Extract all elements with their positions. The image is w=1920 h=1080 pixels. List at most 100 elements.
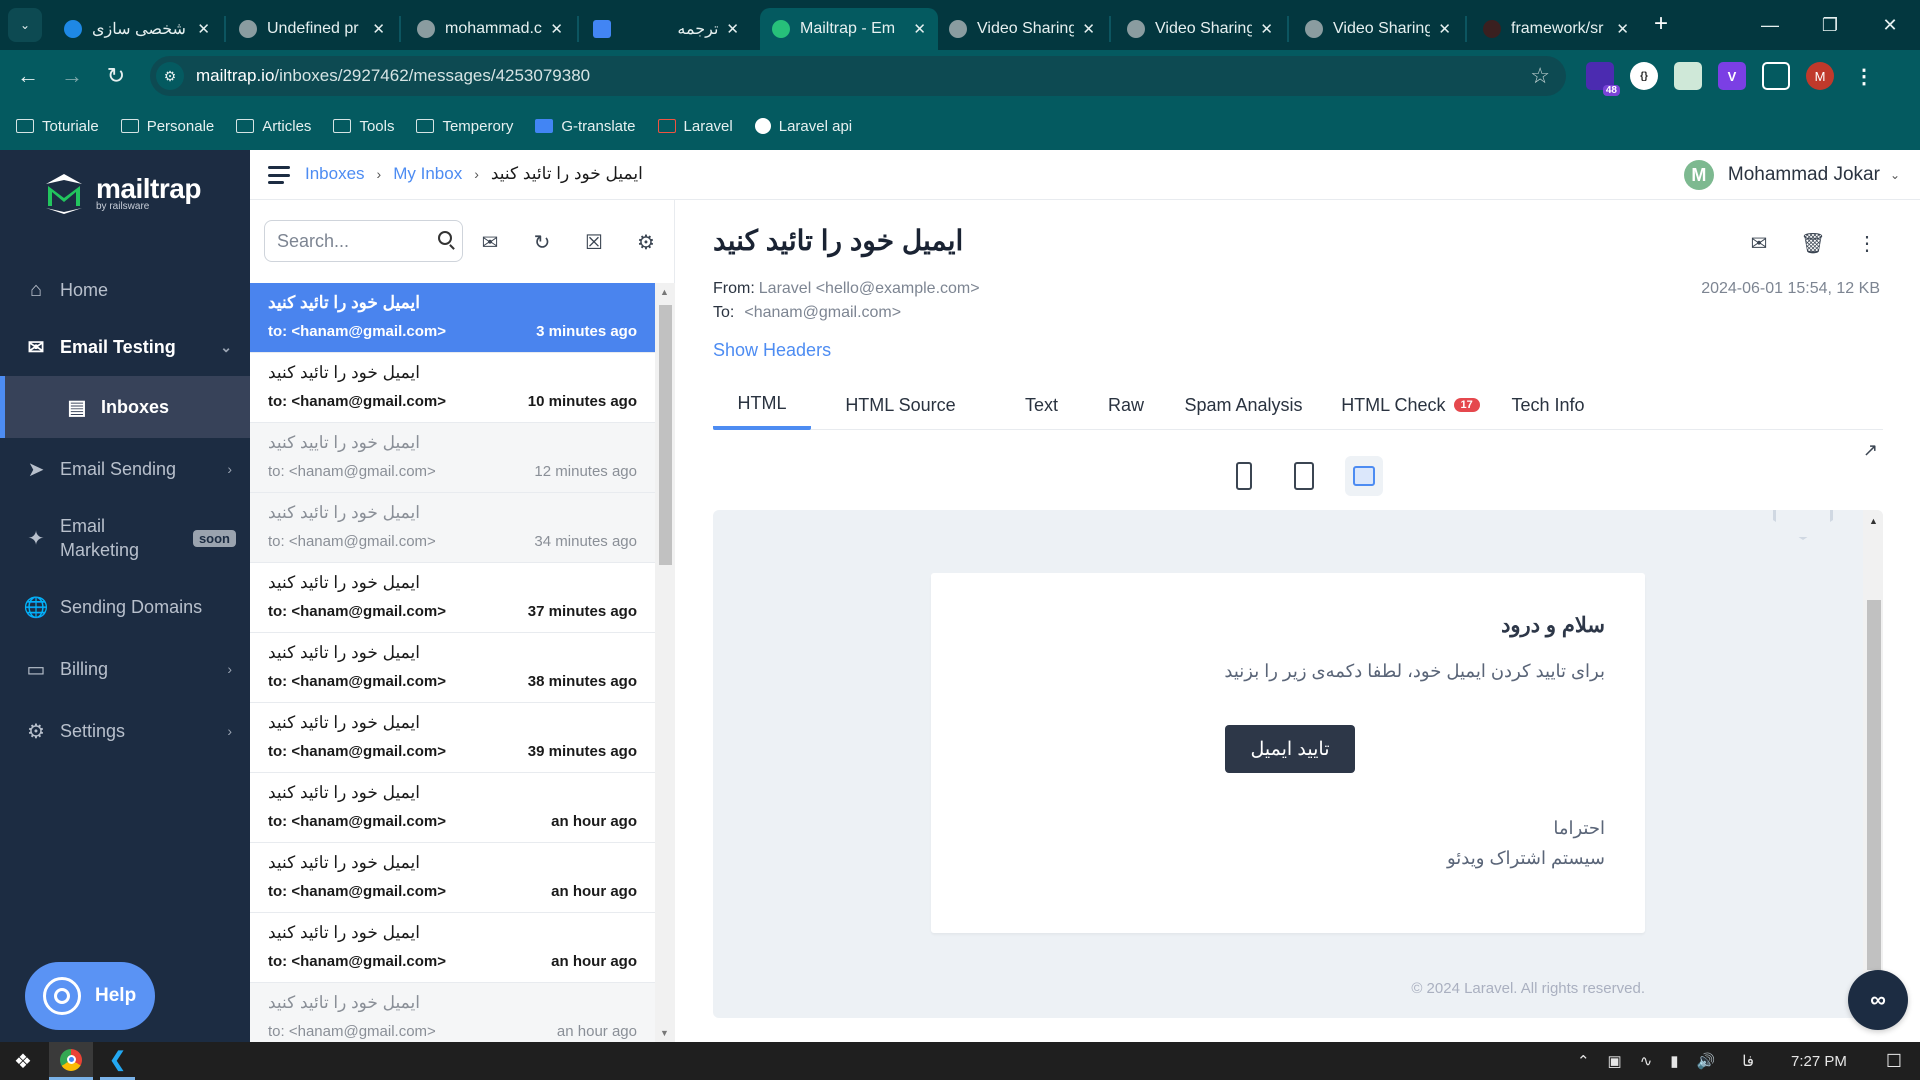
json-extension-icon[interactable]: {} [1630, 62, 1658, 90]
message-list-item[interactable]: ایمیل خود را تائید کنید to: <hanam@gmail.… [250, 843, 655, 913]
browser-tab[interactable]: Video Sharing ✕ [937, 8, 1107, 50]
chrome-taskbar-icon[interactable] [49, 1042, 93, 1080]
windows-start-icon[interactable]: ❖ [0, 1042, 46, 1080]
tab-search-button[interactable]: ⌄ [8, 8, 42, 42]
clock[interactable]: 7:27 PM [1791, 1053, 1847, 1070]
sheets-extension-icon[interactable] [1674, 62, 1702, 90]
close-tab-icon[interactable]: ✕ [726, 20, 739, 38]
bookmark-item[interactable]: Temperory [416, 118, 513, 135]
message-list-item[interactable]: ایمیل خود را تائید کنید to: <hanam@gmail.… [250, 493, 655, 563]
back-button[interactable]: ← [14, 62, 42, 90]
message-list-item[interactable]: ایمیل خود را تائید کنید to: <hanam@gmail.… [250, 633, 655, 703]
message-list-item[interactable]: ایمیل خود را تائید کنید to: <hanam@gmail.… [250, 983, 655, 1042]
battery-icon[interactable]: ▮ [1670, 1052, 1678, 1070]
close-tab-icon[interactable]: ✕ [913, 20, 926, 38]
extension-stack-icon[interactable]: 48 [1586, 62, 1620, 96]
mark-read-icon[interactable]: ✉ [478, 230, 502, 254]
sidebar-item-home[interactable]: ⌂ Home [0, 262, 250, 318]
user-menu[interactable]: M Mohammad Jokar ⌄ [1683, 160, 1900, 190]
bookmark-item[interactable]: Articles [236, 118, 311, 135]
browser-tab[interactable]: mohammad.c ✕ [405, 8, 575, 50]
tab-text[interactable]: Text [1004, 380, 1079, 430]
search-input[interactable]: Search... [264, 220, 463, 262]
message-list-item[interactable]: ایمیل خود را تایید کنید to: <hanam@gmail.… [250, 423, 655, 493]
close-tab-icon[interactable]: ✕ [1438, 20, 1451, 38]
browser-tab[interactable]: Mailtrap - Em ✕ [760, 8, 938, 50]
vscode-taskbar-icon[interactable]: ❮ [100, 1042, 135, 1080]
refresh-icon[interactable]: ↻ [530, 230, 554, 254]
bookmark-item[interactable]: Toturiale [16, 118, 99, 135]
forward-button[interactable]: → [58, 62, 86, 90]
message-list-item[interactable]: ایمیل خود را تائید کنید to: <hanam@gmail.… [250, 913, 655, 983]
sidebar-item-sending-domains[interactable]: 🌐 Sending Domains [0, 576, 250, 638]
bookmark-star-icon[interactable]: ☆ [1530, 63, 1550, 89]
close-tab-icon[interactable]: ✕ [550, 20, 563, 38]
wifi-icon[interactable]: ∿ [1640, 1052, 1653, 1070]
language-indicator[interactable]: فا [1742, 1052, 1754, 1070]
close-tab-icon[interactable]: ✕ [1260, 20, 1273, 38]
message-list-item[interactable]: ایمیل خود را تائید کنید to: <hanam@gmail.… [250, 283, 655, 353]
url-bar[interactable]: ⚙ mailtrap.io/inboxes/2927462/messages/4… [150, 56, 1566, 96]
minimize-button[interactable]: — [1740, 0, 1800, 50]
scrollbar-thumb[interactable] [659, 305, 672, 565]
notifications-icon[interactable]: ☐ [1886, 1051, 1902, 1072]
scroll-down-icon[interactable]: ▼ [660, 1028, 669, 1038]
tray-overflow-icon[interactable]: ⌃ [1577, 1052, 1590, 1070]
tab-html-source[interactable]: HTML Source [813, 380, 988, 430]
device-mobile-button[interactable] [1225, 456, 1263, 496]
open-external-icon[interactable]: ↗ [1863, 440, 1878, 461]
scroll-up-icon[interactable]: ▲ [1869, 516, 1878, 526]
extensions-puzzle-icon[interactable] [1762, 62, 1790, 90]
inbox-settings-icon[interactable]: ⚙ [634, 230, 658, 254]
sidebar-item-email-marketing[interactable]: ✦ Email Marketing soon [0, 500, 250, 576]
bookmark-item[interactable]: Laravel api [754, 118, 852, 135]
browser-tab[interactable]: Video Sharing ✕ [1115, 8, 1285, 50]
site-settings-icon[interactable]: ⚙ [156, 62, 184, 90]
browser-tab[interactable]: ترجمه ✕ [581, 8, 751, 50]
browser-tab[interactable]: Video Sharing ✕ [1293, 8, 1463, 50]
chat-widget-button[interactable]: ∞ [1848, 970, 1908, 1030]
message-list-item[interactable]: ایمیل خود را تائید کنید to: <hanam@gmail.… [250, 703, 655, 773]
message-list-item[interactable]: ایمیل خود را تائید کنید to: <hanam@gmail.… [250, 773, 655, 843]
tab-spam-analysis[interactable]: Spam Analysis [1171, 380, 1316, 430]
search-icon[interactable] [438, 231, 452, 245]
bookmark-item[interactable]: Laravel [657, 118, 733, 135]
browser-menu-icon[interactable]: ⋮ [1850, 62, 1878, 90]
vue-extension-icon[interactable]: V [1718, 62, 1746, 90]
profile-avatar[interactable]: M [1806, 62, 1834, 90]
maximize-button[interactable]: ❐ [1800, 0, 1860, 50]
close-tab-icon[interactable]: ✕ [372, 20, 385, 38]
tab-raw[interactable]: Raw [1091, 380, 1161, 430]
bookmark-item[interactable]: G-translate [535, 118, 636, 135]
help-button[interactable]: Help [25, 962, 155, 1030]
browser-tab[interactable]: framework/sr ✕ [1471, 8, 1641, 50]
sidebar-item-email-sending[interactable]: ➤ Email Sending › [0, 438, 250, 500]
browser-tab[interactable]: شخصی سازی ✕ [52, 8, 222, 50]
breadcrumb-inboxes[interactable]: Inboxes [305, 164, 365, 184]
sidebar-item-settings[interactable]: ⚙ Settings › [0, 700, 250, 762]
mailtrap-logo[interactable]: mailtrap by railsware [42, 172, 201, 216]
delete-icon[interactable]: 🗑 [1800, 230, 1826, 256]
browser-tab[interactable]: Undefined pr ✕ [227, 8, 397, 50]
clear-inbox-icon[interactable]: ☒ [582, 230, 606, 254]
menu-toggle-icon[interactable] [268, 166, 290, 184]
device-desktop-button[interactable] [1345, 456, 1383, 496]
show-headers-link[interactable]: Show Headers [713, 340, 831, 361]
sidebar-item-email-testing[interactable]: ✉ Email Testing ⌄ [0, 318, 250, 376]
close-tab-icon[interactable]: ✕ [197, 20, 210, 38]
tab-html-check[interactable]: HTML Check 17 [1328, 380, 1493, 430]
sidebar-item-inboxes[interactable]: ▤ Inboxes [0, 376, 250, 438]
close-window-button[interactable]: ✕ [1860, 0, 1920, 50]
more-options-icon[interactable]: ⋮ [1854, 230, 1880, 256]
new-tab-button[interactable]: + [1654, 10, 1668, 38]
bookmark-item[interactable]: Tools [333, 118, 394, 135]
list-scrollbar[interactable]: ▲ ▼ [655, 283, 675, 1042]
verify-email-button[interactable]: تایید ایمیل [1225, 725, 1355, 773]
preview-scrollbar[interactable]: ▲ [1863, 510, 1883, 1018]
message-list-item[interactable]: ایمیل خود را تائید کنید to: <hanam@gmail.… [250, 563, 655, 633]
breadcrumb-my-inbox[interactable]: My Inbox [393, 164, 462, 184]
close-tab-icon[interactable]: ✕ [1082, 20, 1095, 38]
device-tablet-button[interactable] [1285, 456, 1323, 496]
sidebar-item-billing[interactable]: ▭ Billing › [0, 638, 250, 700]
forward-email-icon[interactable]: ✉ [1746, 230, 1772, 256]
